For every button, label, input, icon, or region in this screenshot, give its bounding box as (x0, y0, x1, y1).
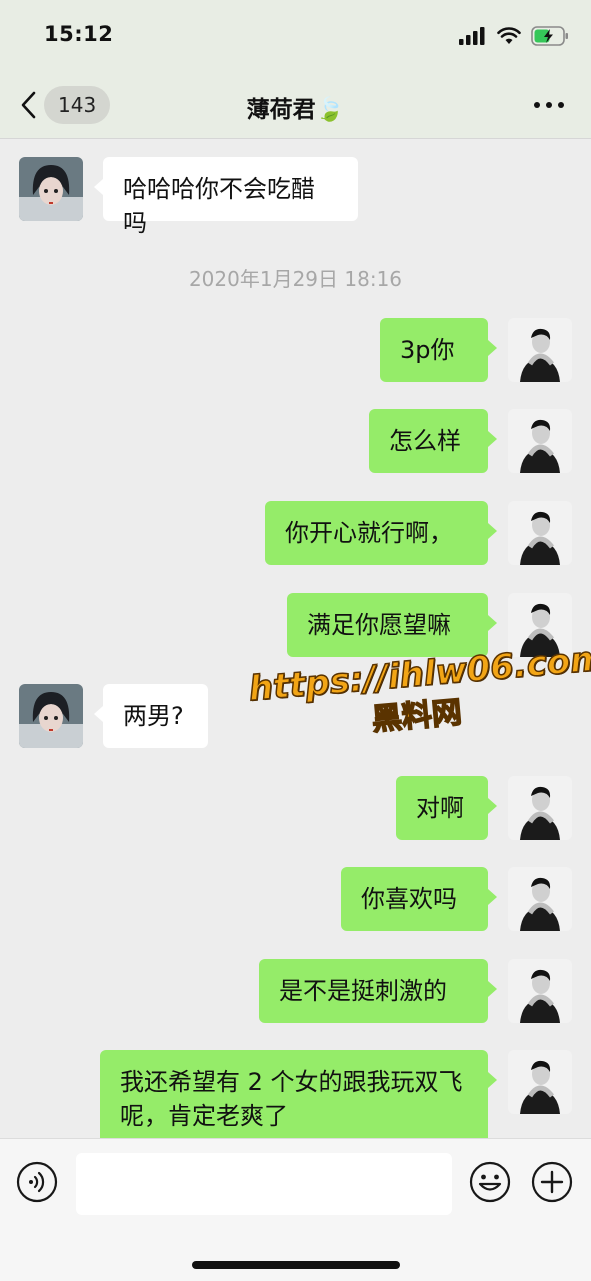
message-text: 满足你愿望嘛 (307, 611, 451, 639)
my-avatar[interactable] (508, 409, 572, 473)
message-row-outgoing: 你喜欢吗 (0, 867, 591, 933)
home-indicator[interactable] (192, 1261, 400, 1269)
chat-header: 143 薄荷君🍃 (0, 72, 591, 139)
message-bubble-outgoing[interactable]: 我还希望有 2 个女的跟我玩双飞呢，肯定老爽了 (100, 1050, 497, 1138)
contact-avatar[interactable] (19, 157, 83, 221)
message-text: 两男? (123, 702, 184, 730)
voice-input-icon[interactable] (16, 1161, 58, 1203)
contact-name: 薄荷君 (246, 97, 316, 123)
more-options-icon[interactable] (533, 100, 565, 110)
emoji-icon[interactable] (469, 1161, 511, 1203)
message-row-outgoing: 满足你愿望嘛 (0, 593, 591, 659)
message-row-outgoing: 3p你 (0, 318, 591, 384)
message-bubble-outgoing[interactable]: 是不是挺刺激的 (259, 959, 497, 1023)
my-avatar[interactable] (508, 867, 572, 931)
status-bar: 15:12 (0, 0, 591, 72)
battery-charging-icon (531, 26, 568, 46)
my-avatar[interactable] (508, 776, 572, 840)
status-icons (459, 24, 569, 48)
message-text: 怎么样 (389, 427, 461, 455)
my-avatar[interactable] (508, 1050, 572, 1114)
message-text: 你喜欢吗 (361, 885, 457, 913)
message-row-incoming: 哈哈哈你不会吃醋吗 (0, 157, 591, 237)
message-row-incoming: 两男? (0, 684, 591, 750)
contact-avatar[interactable] (19, 684, 83, 748)
message-bubble-outgoing[interactable]: 你开心就行啊， (265, 501, 497, 565)
message-row-outgoing: 对啊 (0, 776, 591, 842)
message-row-outgoing: 是不是挺刺激的 (0, 959, 591, 1025)
message-bubble-outgoing[interactable]: 对啊 (396, 776, 497, 840)
my-avatar[interactable] (508, 318, 572, 382)
leaf-emoji-icon: 🍃 (315, 97, 345, 123)
input-bar (0, 1138, 591, 1281)
message-bubble-outgoing[interactable]: 满足你愿望嘛 (287, 593, 497, 657)
message-bubble-outgoing[interactable]: 怎么样 (369, 409, 497, 473)
message-input[interactable] (76, 1153, 452, 1215)
status-time: 15:12 (44, 22, 114, 46)
message-bubble-outgoing[interactable]: 你喜欢吗 (341, 867, 497, 931)
my-avatar[interactable] (508, 501, 572, 565)
message-text: 你开心就行啊， (285, 519, 453, 547)
signal-icon (459, 27, 485, 45)
message-row-outgoing: 你开心就行啊， (0, 501, 591, 567)
message-row-outgoing: 怎么样 (0, 409, 591, 475)
message-bubble-outgoing[interactable]: 3p你 (380, 318, 497, 382)
message-text: 是不是挺刺激的 (279, 977, 447, 1005)
message-row-outgoing: 我还希望有 2 个女的跟我玩双飞呢，肯定老爽了 (0, 1050, 591, 1138)
message-bubble-incoming[interactable]: 两男? (94, 684, 208, 748)
my-avatar[interactable] (508, 959, 572, 1023)
chat-title: 薄荷君🍃 (0, 90, 591, 124)
message-text: 哈哈哈你不会吃醋吗 (123, 175, 315, 237)
my-avatar[interactable] (508, 593, 572, 657)
message-timestamp: 2020年1月29日 18:16 (188, 267, 403, 291)
message-text: 我还希望有 2 个女的跟我玩双飞呢，肯定老爽了 (120, 1068, 463, 1130)
message-list[interactable]: 哈哈哈你不会吃醋吗 2020年1月29日 18:16 3p你 怎么样 你开心就行… (0, 139, 591, 1138)
message-text: 对啊 (416, 794, 464, 822)
wifi-icon (497, 27, 521, 44)
message-bubble-incoming[interactable]: 哈哈哈你不会吃醋吗 (94, 157, 358, 237)
message-text: 3p你 (400, 336, 455, 364)
add-attachment-icon[interactable] (531, 1161, 573, 1203)
